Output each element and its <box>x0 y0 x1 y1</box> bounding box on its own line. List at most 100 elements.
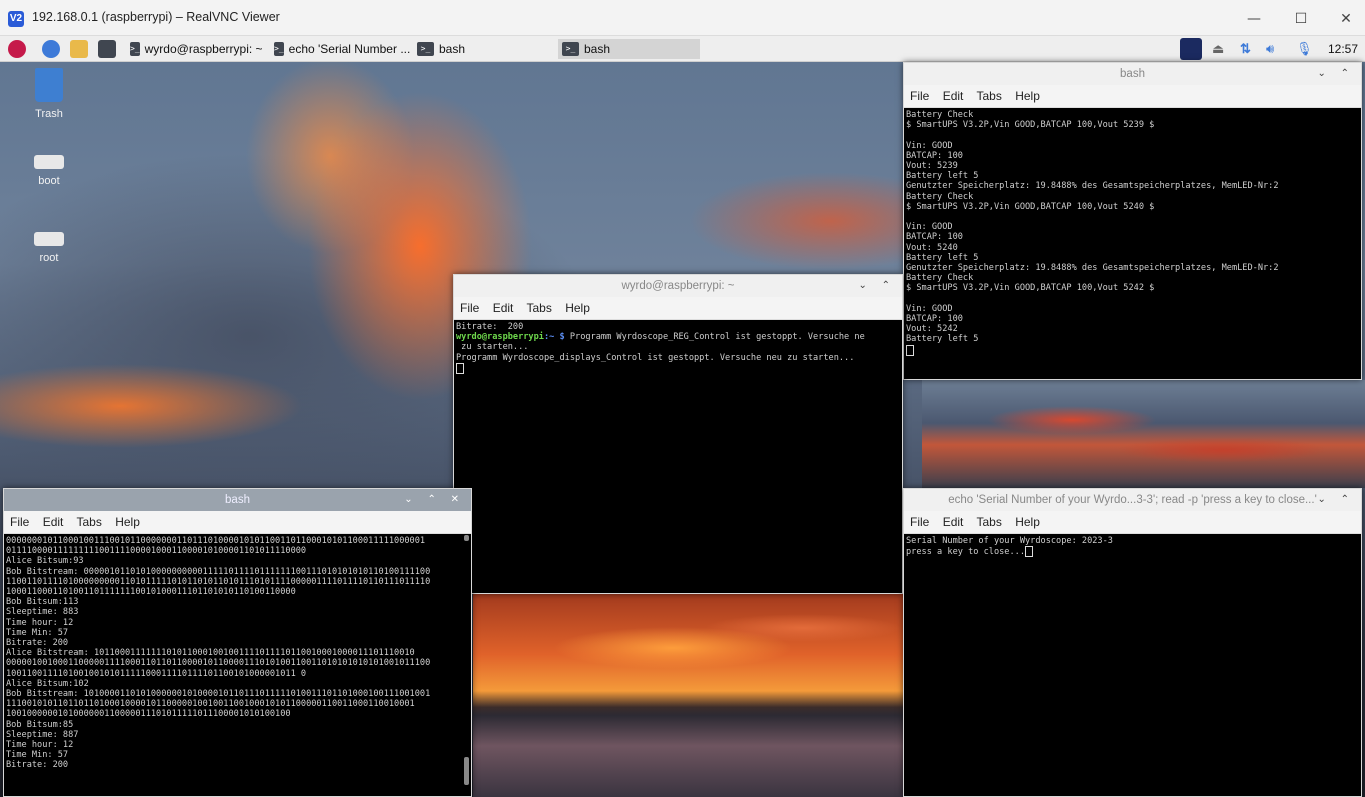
output-line: Sleeptime: 887 <box>6 729 79 740</box>
menu-edit[interactable]: Edit <box>943 515 964 529</box>
output-line: Genutzter Speicherplatz: 19.8488% des Ge… <box>906 263 1279 274</box>
taskbar-item-bash-2[interactable]: >_ bash <box>558 39 700 59</box>
output-line: Vout: 5242 <box>906 324 958 335</box>
network-arrows-icon[interactable]: ⇅ <box>1240 38 1251 60</box>
output-line: Battery left 5 <box>906 171 979 182</box>
output-line: 0111100001111111110011110000100011000010… <box>6 546 307 557</box>
sunset-photo-window-top <box>922 380 1365 488</box>
terminal-icon: >_ <box>417 42 434 56</box>
minimize-button[interactable]: — <box>1239 8 1269 30</box>
output-line: Bob Bitsum:85 <box>6 719 74 730</box>
output-line: Vin: GOOD <box>906 303 953 314</box>
output-line: Programm Wyrdoscope_displays_Control ist… <box>456 352 855 363</box>
output-line: 0000010010001100000111100011011011000010… <box>6 658 431 669</box>
menu-file[interactable]: File <box>910 515 929 529</box>
output-line: Battery left 5 <box>906 334 979 345</box>
terminal-menubar: File Edit Tabs Help <box>454 297 902 320</box>
output-line: $ SmartUPS V3.2P,Vin GOOD,BATCAP 100,Vou… <box>906 283 1155 294</box>
terminal-launcher-icon[interactable] <box>98 40 116 58</box>
output-line: Time hour: 12 <box>6 617 74 628</box>
terminal-title[interactable]: bash ⌄ ⌃ ✕ <box>4 489 471 511</box>
vnc-window-titlebar[interactable]: V2 192.168.0.1 (raspberrypi) – RealVNC V… <box>0 0 1365 36</box>
menu-tabs[interactable]: Tabs <box>977 515 1002 529</box>
drive-icon <box>34 232 64 246</box>
raspberry-menu-icon[interactable] <box>8 40 26 58</box>
desktop-icon-root[interactable]: root <box>14 232 84 264</box>
vnc-window-title: 192.168.0.1 (raspberrypi) – RealVNC View… <box>32 10 280 24</box>
file-manager-folder-icon[interactable] <box>70 40 88 58</box>
menu-help[interactable]: Help <box>565 301 590 315</box>
output-line: Battery Check <box>906 110 974 120</box>
browser-globe-icon[interactable] <box>42 40 60 58</box>
close-button[interactable]: ✕ <box>1331 8 1361 30</box>
output-line: Alice Bitstream: 10110001111111010110001… <box>6 648 415 659</box>
text-cursor <box>456 362 464 374</box>
terminal-title[interactable]: bash ⌄ ⌃ <box>904 63 1361 85</box>
menu-help[interactable]: Help <box>1015 89 1040 103</box>
scrollbar-up-arrow[interactable] <box>464 535 469 541</box>
taskbar-item-label: bash <box>439 42 466 56</box>
output-line: Vin: GOOD <box>906 222 953 233</box>
menu-edit[interactable]: Edit <box>43 515 64 529</box>
microphone-icon[interactable]: 🎙︎ <box>1296 38 1313 60</box>
output-line: Bitrate: 200 <box>6 638 69 649</box>
drive-icon <box>34 155 64 169</box>
output-line: Vout: 5240 <box>906 242 958 253</box>
terminal-output[interactable]: Battery Check $ SmartUPS V3.2P,Vin GOOD,… <box>904 108 1361 358</box>
desktop-icon-boot[interactable]: boot <box>14 155 84 187</box>
output-line: Battery left 5 <box>906 252 979 263</box>
output-line: Alice Bitsum:102 <box>6 678 89 689</box>
terminal-window-echo[interactable]: echo 'Serial Number of your Wyrdo...3-3'… <box>903 488 1362 797</box>
terminal-title[interactable]: echo 'Serial Number of your Wyrdo...3-3'… <box>904 489 1361 511</box>
volume-icon[interactable]: 🔊︎ <box>1266 38 1274 60</box>
terminal-title[interactable]: wyrdo@raspberrypi: ~ ⌄ ⌃ <box>454 275 902 297</box>
menu-file[interactable]: File <box>910 89 929 103</box>
taskbar-item-label: wyrdo@raspberrypi: ~ <box>144 42 263 56</box>
menu-tabs[interactable]: Tabs <box>77 515 102 529</box>
window-buttons[interactable]: ⌄ ⌃ ✕ <box>404 489 465 511</box>
taskbar: >_ wyrdo@raspberrypi: ~ >_ echo 'Serial … <box>0 36 1365 62</box>
maximize-button[interactable]: ☐ <box>1286 8 1316 30</box>
terminal-output[interactable]: Bitrate: 200 wyrdo@raspberrypi:~ $ Progr… <box>454 320 902 376</box>
output-line: Vin: GOOD <box>906 140 953 151</box>
window-buttons[interactable]: ⌄ ⌃ <box>858 275 896 297</box>
menu-tabs[interactable]: Tabs <box>527 301 552 315</box>
menu-file[interactable]: File <box>10 515 29 529</box>
taskbar-item-echo-terminal[interactable]: >_ echo 'Serial Number ... <box>270 39 410 59</box>
terminal-title-text: bash <box>225 494 250 506</box>
menu-tabs[interactable]: Tabs <box>977 89 1002 103</box>
output-line: BATCAP: 100 <box>906 314 963 325</box>
terminal-window-bash-left[interactable]: bash ⌄ ⌃ ✕ File Edit Tabs Help 000000010… <box>3 488 472 797</box>
eject-icon[interactable]: ⏏ <box>1212 38 1224 60</box>
taskbar-item-label: echo 'Serial Number ... <box>288 42 410 56</box>
desktop-icon-trash[interactable]: Trash <box>14 68 84 120</box>
output-line: BATCAP: 100 <box>906 232 963 243</box>
menu-help[interactable]: Help <box>115 515 140 529</box>
terminal-icon: >_ <box>130 42 140 56</box>
terminal-menubar: File Edit Tabs Help <box>904 511 1361 534</box>
taskbar-item-bash-1[interactable]: >_ bash <box>413 39 543 59</box>
text-cursor <box>1025 546 1033 558</box>
output-line: Programm Wyrdoscope_REG_Control ist gest… <box>564 332 865 343</box>
trash-icon <box>35 68 63 102</box>
output-line: 1100110111101000000000110101111101011010… <box>6 576 431 587</box>
clock: 12:57 <box>1328 42 1359 56</box>
menu-edit[interactable]: Edit <box>943 89 964 103</box>
output-line: Bitrate: 200 <box>6 760 69 771</box>
output-line: Bitrate: 200 <box>456 322 524 332</box>
menu-edit[interactable]: Edit <box>493 301 514 315</box>
terminal-output[interactable]: 0000000101100010011100101100000001101110… <box>4 534 471 773</box>
menu-file[interactable]: File <box>460 301 479 315</box>
output-line: Alice Bitsum:93 <box>6 556 84 567</box>
menu-help[interactable]: Help <box>1015 515 1040 529</box>
output-line: zu starten... <box>456 342 529 353</box>
window-buttons[interactable]: ⌄ ⌃ <box>1317 63 1355 85</box>
taskbar-item-wyrdo-terminal[interactable]: >_ wyrdo@raspberrypi: ~ <box>126 39 266 59</box>
terminal-window-bash-right[interactable]: bash ⌄ ⌃ File Edit Tabs Help Battery Che… <box>903 62 1362 380</box>
output-line: $ SmartUPS V3.2P,Vin GOOD,BATCAP 100,Vou… <box>906 201 1155 212</box>
terminal-window-wyrdo[interactable]: wyrdo@raspberrypi: ~ ⌄ ⌃ File Edit Tabs … <box>453 274 903 594</box>
scrollbar-thumb[interactable] <box>464 757 469 785</box>
terminal-output[interactable]: Serial Number of your Wyrdoscope: 2023-3… <box>904 534 1361 559</box>
vnc-tray-icon[interactable] <box>1180 38 1202 60</box>
window-buttons[interactable]: ⌄ ⌃ <box>1317 489 1355 511</box>
